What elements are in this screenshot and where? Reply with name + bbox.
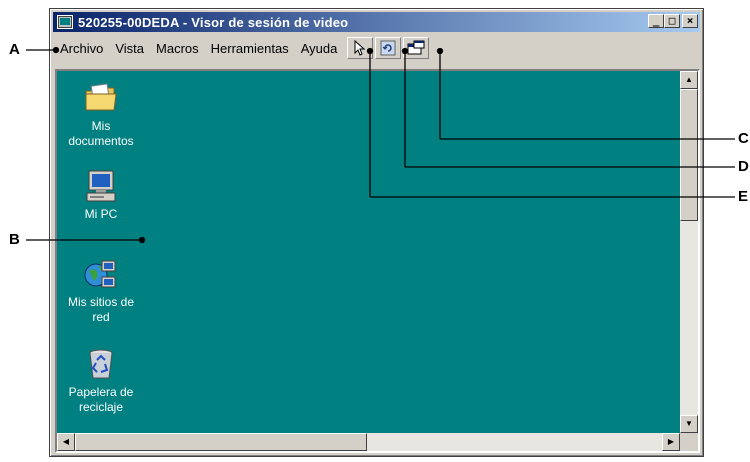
callout-d: D [738,158,749,175]
callout-b: B [9,231,20,248]
callout-c: C [738,130,749,147]
callout-a: A [9,41,20,58]
callout-lines [26,46,735,244]
callout-e: E [738,188,749,205]
